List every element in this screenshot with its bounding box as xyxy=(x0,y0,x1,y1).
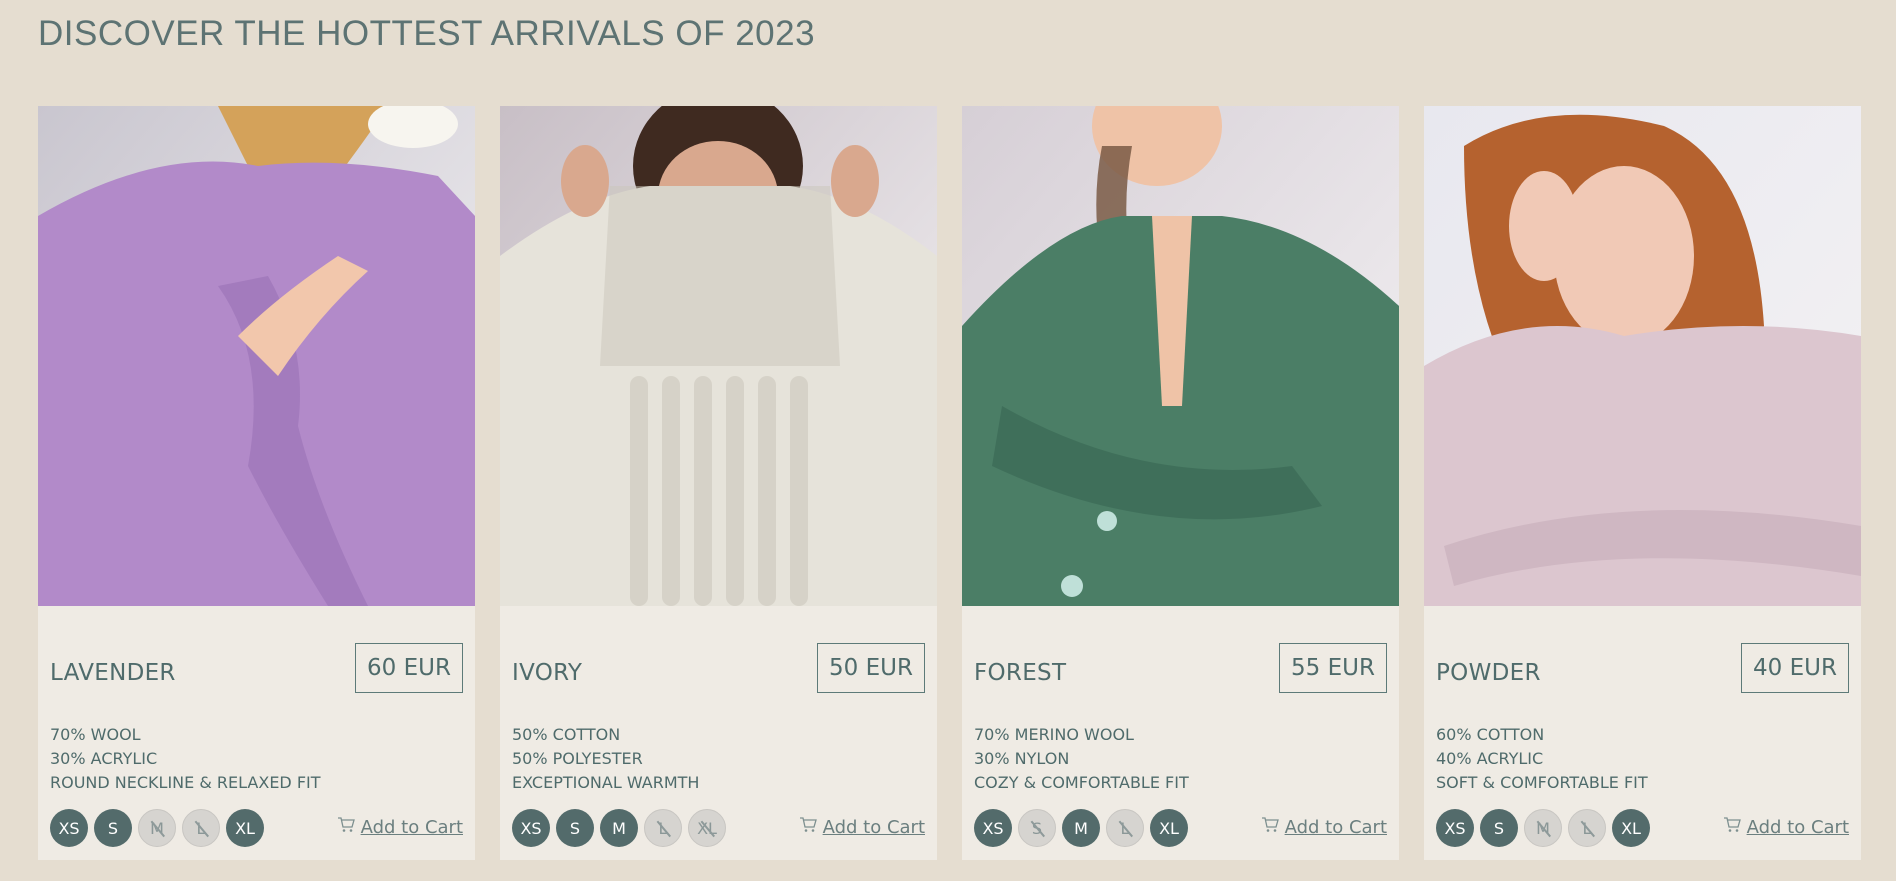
product-image xyxy=(1424,106,1861,606)
feature-line: 50% POLYESTER xyxy=(512,749,643,768)
product-name: FOREST xyxy=(974,660,1067,686)
size-option-xs[interactable]: XS xyxy=(512,809,550,847)
product-card: IVORY 50 EUR 50% COTTON 50% POLYESTER EX… xyxy=(500,106,937,860)
page: DISCOVER THE HOTTEST ARRIVALS OF 2023 LA… xyxy=(0,0,1896,881)
cart-icon xyxy=(1261,817,1279,838)
add-to-cart-label[interactable]: Add to Cart xyxy=(1747,817,1849,838)
feature-line: 50% COTTON xyxy=(512,725,621,744)
size-option-m: M xyxy=(138,809,176,847)
size-option-s[interactable]: S xyxy=(556,809,594,847)
feature-line: 30% NYLON xyxy=(974,749,1070,768)
size-option-xl[interactable]: XL xyxy=(226,809,264,847)
product-photo[interactable] xyxy=(500,106,937,606)
cart-icon xyxy=(1723,817,1741,838)
product-features: 70% MERINO WOOL 30% NYLON COZY & COMFORT… xyxy=(974,723,1189,795)
size-option-l: L xyxy=(1568,809,1606,847)
product-price: 60 EUR xyxy=(355,643,463,693)
feature-line: 30% ACRYLIC xyxy=(50,749,158,768)
product-card: FOREST 55 EUR 70% MERINO WOOL 30% NYLON … xyxy=(962,106,1399,860)
cart-icon xyxy=(337,817,355,838)
product-features: 70% WOOL 30% ACRYLIC ROUND NECKLINE & RE… xyxy=(50,723,321,795)
product-grid: LAVENDER 60 EUR 70% WOOL 30% ACRYLIC ROU… xyxy=(38,106,1861,860)
add-to-cart-button[interactable]: Add to Cart xyxy=(337,817,463,838)
product-photo[interactable] xyxy=(38,106,475,606)
feature-line: 70% MERINO WOOL xyxy=(974,725,1134,744)
product-features: 60% COTTON 40% ACRYLIC SOFT & COMFORTABL… xyxy=(1436,723,1648,795)
size-option-s: S xyxy=(1018,809,1056,847)
page-title: DISCOVER THE HOTTEST ARRIVALS OF 2023 xyxy=(38,14,816,53)
product-photo[interactable] xyxy=(962,106,1399,606)
add-to-cart-label[interactable]: Add to Cart xyxy=(823,817,925,838)
size-option-m[interactable]: M xyxy=(600,809,638,847)
product-card: LAVENDER 60 EUR 70% WOOL 30% ACRYLIC ROU… xyxy=(38,106,475,860)
size-option-xl[interactable]: XL xyxy=(1612,809,1650,847)
product-image xyxy=(500,106,937,606)
size-selector: XS S M L XL xyxy=(512,809,726,847)
product-name: POWDER xyxy=(1436,660,1541,686)
feature-line: 40% ACRYLIC xyxy=(1436,749,1544,768)
cart-icon xyxy=(799,817,817,838)
size-option-l: L xyxy=(644,809,682,847)
product-card: POWDER 40 EUR 60% COTTON 40% ACRYLIC SOF… xyxy=(1424,106,1861,860)
add-to-cart-label[interactable]: Add to Cart xyxy=(361,817,463,838)
size-option-m[interactable]: M xyxy=(1062,809,1100,847)
size-option-l: L xyxy=(1106,809,1144,847)
feature-line: COZY & COMFORTABLE FIT xyxy=(974,773,1189,792)
size-option-l: L xyxy=(182,809,220,847)
size-option-m: M xyxy=(1524,809,1562,847)
product-image xyxy=(38,106,475,606)
feature-line: EXCEPTIONAL WARMTH xyxy=(512,773,700,792)
size-option-xl[interactable]: XL xyxy=(1150,809,1188,847)
size-option-xs[interactable]: XS xyxy=(1436,809,1474,847)
size-option-s[interactable]: S xyxy=(94,809,132,847)
feature-line: 70% WOOL xyxy=(50,725,141,744)
size-selector: XS S M L XL xyxy=(1436,809,1650,847)
feature-line: ROUND NECKLINE & RELAXED FIT xyxy=(50,773,321,792)
size-option-xs[interactable]: XS xyxy=(50,809,88,847)
size-selector: XS S M L XL xyxy=(974,809,1188,847)
add-to-cart-button[interactable]: Add to Cart xyxy=(799,817,925,838)
size-selector: XS S M L XL xyxy=(50,809,264,847)
size-option-xs[interactable]: XS xyxy=(974,809,1012,847)
product-image xyxy=(962,106,1399,606)
feature-line: 60% COTTON xyxy=(1436,725,1545,744)
feature-line: SOFT & COMFORTABLE FIT xyxy=(1436,773,1648,792)
product-price: 40 EUR xyxy=(1741,643,1849,693)
size-option-s[interactable]: S xyxy=(1480,809,1518,847)
size-option-xl: XL xyxy=(688,809,726,847)
product-name: LAVENDER xyxy=(50,660,176,686)
add-to-cart-button[interactable]: Add to Cart xyxy=(1723,817,1849,838)
product-price: 50 EUR xyxy=(817,643,925,693)
add-to-cart-button[interactable]: Add to Cart xyxy=(1261,817,1387,838)
product-features: 50% COTTON 50% POLYESTER EXCEPTIONAL WAR… xyxy=(512,723,699,795)
add-to-cart-label[interactable]: Add to Cart xyxy=(1285,817,1387,838)
product-photo[interactable] xyxy=(1424,106,1861,606)
product-name: IVORY xyxy=(512,660,583,686)
product-price: 55 EUR xyxy=(1279,643,1387,693)
